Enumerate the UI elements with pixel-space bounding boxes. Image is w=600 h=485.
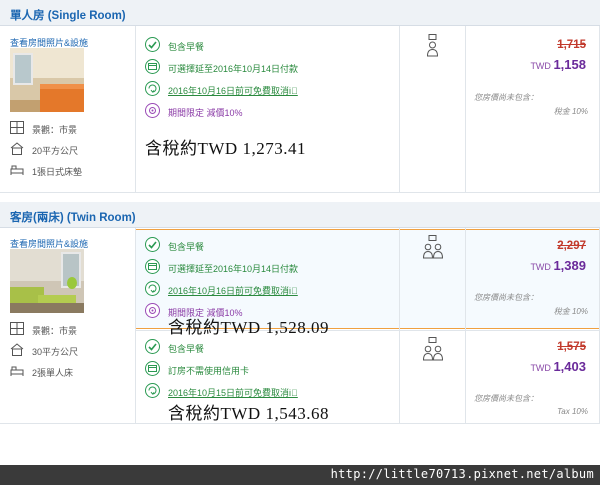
price-note: 您房價尚未包含： — [474, 394, 538, 403]
divider — [465, 26, 466, 192]
bed-text: 1張日式床墊 — [32, 167, 83, 177]
currency: TWD — [530, 61, 551, 71]
view-icon — [10, 121, 24, 134]
card-icon — [145, 361, 160, 376]
check-icon — [145, 237, 160, 252]
price-block: 1,715 TWD 1,158 — [530, 39, 586, 72]
house-icon — [10, 142, 24, 155]
original-price: 1,575 — [557, 341, 586, 353]
size-text: 30平方公尺 — [32, 347, 79, 357]
view-icon — [10, 322, 24, 335]
view-text: 景觀：市景 — [32, 125, 78, 135]
size-text: 20平方公尺 — [32, 146, 79, 156]
card-icon — [145, 259, 160, 274]
feature-free-cancel[interactable]: 2016年10月15日前可免費取消i⃝ — [168, 386, 298, 399]
divider — [399, 26, 400, 192]
divider — [465, 228, 466, 423]
feature-no-credit-card: 訂房不需使用信用卡 — [168, 366, 250, 376]
currency: TWD — [530, 262, 551, 272]
handwritten-tax-note: 含稅約TWD 1,528.09 — [168, 318, 329, 337]
check-icon — [145, 37, 160, 52]
room-photo[interactable] — [10, 249, 84, 313]
room-photo[interactable] — [10, 48, 84, 112]
handwritten-tax-note: 含稅約TWD 1,543.68 — [168, 404, 329, 423]
discounted-price: 1,389 — [553, 258, 586, 273]
feature-breakfast: 包含早餐 — [168, 242, 205, 252]
feature-free-cancel[interactable]: 2016年10月16日前可免費取消i⃝ — [168, 84, 298, 97]
room-header-twin: 客房(兩床) (Twin Room) — [0, 202, 600, 228]
card-icon — [145, 59, 160, 74]
price-note: 您房價尚未包含： — [474, 93, 538, 102]
discounted-price: 1,158 — [553, 57, 586, 72]
feature-promo: 期間限定 減價10% — [168, 108, 243, 118]
feature-breakfast: 包含早餐 — [168, 344, 205, 354]
tax-note: 稅金 10% — [553, 107, 588, 116]
promo-icon — [145, 103, 160, 118]
feature-breakfast: 包含早餐 — [168, 42, 205, 52]
promo-icon — [145, 303, 160, 318]
divider — [399, 228, 400, 423]
room-title: 客房(兩床) (Twin Room) — [10, 212, 136, 224]
house-icon — [10, 343, 24, 356]
check-icon — [145, 339, 160, 354]
bed-icon — [10, 366, 24, 376]
two-persons-occupancy-icon — [422, 337, 444, 361]
album-url: http://little70713.pixnet.net/album — [330, 467, 594, 481]
price-block: 1,575 TWD 1,403 — [530, 341, 586, 374]
original-price: 1,715 — [557, 39, 586, 51]
handwritten-tax-note: 含稅約TWD 1,273.41 — [145, 139, 306, 158]
original-price: 2,297 — [557, 240, 586, 252]
bed-icon — [10, 165, 24, 175]
tax-note: 稅金 10% — [553, 307, 588, 316]
two-persons-occupancy-icon — [422, 235, 444, 259]
bed-text: 2張單人床 — [32, 368, 74, 378]
divider — [135, 26, 136, 192]
tax-note: Tax 10% — [557, 407, 588, 416]
feature-pay-later: 可選擇延至2016年10月14日付款 — [168, 264, 299, 274]
view-text: 景觀：市景 — [32, 326, 78, 336]
currency: TWD — [530, 363, 551, 373]
cancel-icon — [145, 281, 160, 296]
cancel-icon — [145, 81, 160, 96]
feature-pay-later: 可選擇延至2016年10月14日付款 — [168, 64, 299, 74]
room-header-single: 單人房 (Single Room) — [0, 0, 600, 26]
person-occupancy-icon — [426, 34, 439, 57]
watermark-bar: http://little70713.pixnet.net/album — [0, 465, 600, 485]
room-title: 單人房 (Single Room) — [10, 10, 126, 22]
discounted-price: 1,403 — [553, 359, 586, 374]
divider — [0, 192, 600, 193]
divider — [135, 228, 136, 423]
price-block: 2,297 TWD 1,389 — [530, 240, 586, 273]
cancel-icon — [145, 383, 160, 398]
feature-free-cancel[interactable]: 2016年10月16日前可免費取消i⃝ — [168, 284, 298, 297]
price-note: 您房價尚未包含： — [474, 293, 538, 302]
